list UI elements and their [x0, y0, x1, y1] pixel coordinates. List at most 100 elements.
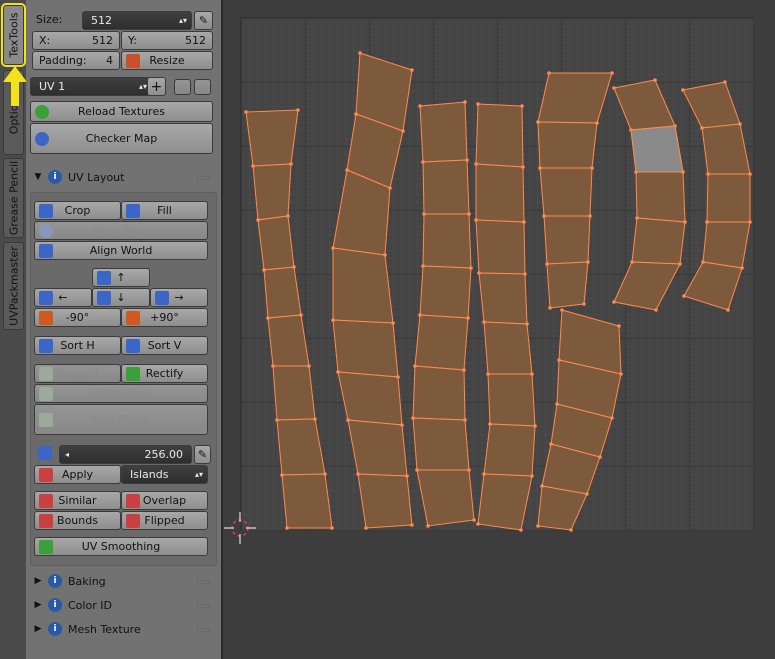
texel-eyedropper-button[interactable]: ✎ [194, 445, 211, 464]
uv-vertex[interactable] [569, 528, 573, 532]
uv-vertex[interactable] [617, 324, 621, 328]
uv-face[interactable] [422, 213, 472, 269]
uv-vertex[interactable] [585, 492, 589, 496]
resize-button[interactable]: Resize [121, 51, 213, 70]
uv-face[interactable] [537, 121, 598, 169]
uv-face[interactable] [245, 109, 299, 167]
color-id-panel-header[interactable]: ▶ i Color ID :::: [28, 594, 217, 616]
uv-vertex[interactable] [256, 218, 260, 222]
uv-vertex[interactable] [545, 262, 549, 266]
uv-vertex[interactable] [547, 71, 551, 75]
padding-field[interactable]: Padding: 4 [32, 51, 120, 70]
uv-vertex[interactable] [635, 216, 639, 220]
uv-vertex[interactable] [422, 212, 426, 216]
uv-vertex[interactable] [586, 260, 590, 264]
uv-vertex[interactable] [421, 264, 425, 268]
uv-vertex[interactable] [488, 422, 492, 426]
uv-vertex[interactable] [522, 220, 526, 224]
uv-vertex[interactable] [542, 214, 546, 218]
uv-face[interactable] [683, 261, 743, 311]
uv-face[interactable] [412, 365, 466, 421]
uv-face[interactable] [257, 215, 295, 271]
uv-face[interactable] [539, 167, 593, 217]
uv-vertex[interactable] [266, 316, 270, 320]
uv-islands-canvas[interactable] [223, 0, 775, 659]
uv-vertex[interactable] [469, 266, 473, 270]
uv-vertex[interactable] [476, 522, 480, 526]
uv-face[interactable] [483, 423, 536, 477]
uv-vertex[interactable] [354, 112, 358, 116]
select-bounds-button[interactable]: Bounds [34, 511, 121, 530]
texel-density-field[interactable]: ◂ 256.00 [59, 445, 192, 464]
uv-vertex[interactable] [520, 104, 524, 108]
uv-vertex[interactable] [474, 162, 478, 166]
uv-vertex[interactable] [307, 364, 311, 368]
uv-vertex[interactable] [519, 528, 523, 532]
uv-vertex[interactable] [285, 526, 289, 530]
uv-face[interactable] [613, 261, 681, 311]
drag-grip-icon[interactable]: :::: [196, 625, 211, 634]
uv-vertex[interactable] [536, 524, 540, 528]
uv-vertex[interactable] [280, 473, 284, 477]
uv-vertex[interactable] [549, 442, 553, 446]
uv-vertex[interactable] [536, 120, 540, 124]
uv-vertex[interactable] [336, 370, 340, 374]
uv-island-strip-3[interactable] [411, 100, 476, 528]
move-right-button[interactable]: → [150, 288, 208, 307]
uv-island-strip-4[interactable] [474, 102, 537, 532]
uv-vertex[interactable] [346, 418, 350, 422]
uv-face[interactable] [357, 473, 413, 529]
uv-vertex[interactable] [726, 308, 730, 312]
uv-vertex[interactable] [391, 321, 395, 325]
uv-face[interactable] [682, 81, 741, 129]
uv-island-strip-1[interactable] [244, 108, 334, 530]
uv-face[interactable] [475, 103, 524, 168]
uv-vertex[interactable] [582, 302, 586, 306]
uv-vertex[interactable] [466, 316, 470, 320]
uv-vertex[interactable] [530, 372, 534, 376]
uv-vertex[interactable] [413, 364, 417, 368]
uv-face[interactable] [347, 419, 408, 477]
x-size-field[interactable]: X: 512 [32, 31, 120, 50]
uv-vertex[interactable] [482, 320, 486, 324]
crop-button[interactable]: Crop [34, 201, 121, 220]
uv-vertex[interactable] [612, 300, 616, 304]
uv-vertex[interactable] [364, 526, 368, 530]
align-world-button[interactable]: Align World [34, 241, 208, 260]
uv-vertex[interactable] [477, 271, 481, 275]
add-uv-map-button[interactable]: + [147, 77, 166, 96]
uv-face[interactable] [478, 272, 528, 325]
islands-dropdown[interactable]: Islands ▴▾ [121, 465, 208, 484]
edge-peel-button[interactable]: Edge Peel [34, 384, 208, 403]
uv-vertex[interactable] [296, 108, 300, 112]
uv-vertex[interactable] [400, 423, 404, 427]
uv-vertex[interactable] [271, 364, 275, 368]
uv-vertex[interactable] [275, 418, 279, 422]
uv-vertex[interactable] [331, 318, 335, 322]
uv-face[interactable] [613, 79, 676, 131]
uv-face[interactable] [706, 173, 751, 223]
uv-vertex[interactable] [723, 80, 727, 84]
uv-smoothing-button[interactable]: UV Smoothing [34, 537, 208, 556]
drag-grip-icon[interactable]: :::: [196, 601, 211, 610]
drag-grip-icon[interactable]: :::: [196, 173, 211, 182]
uv-vertex[interactable] [538, 166, 542, 170]
uv-vertex[interactable] [653, 78, 657, 82]
uv-vertex[interactable] [405, 474, 409, 478]
uv-vertex[interactable] [465, 158, 469, 162]
uv-island-strip-2[interactable] [331, 51, 414, 530]
uv-vertex[interactable] [313, 417, 317, 421]
uv-vertex[interactable] [701, 260, 705, 264]
iron-faces-button[interactable]: Iron Faces [34, 404, 208, 435]
uv-face[interactable] [416, 469, 475, 527]
uv-face[interactable] [412, 417, 470, 471]
uv-face[interactable] [263, 266, 302, 319]
uv-vertex[interactable] [345, 168, 349, 172]
uv-face[interactable] [483, 321, 533, 375]
uv-face[interactable] [537, 485, 588, 531]
move-down-button[interactable]: ↓ [92, 288, 150, 307]
uv-vertex[interactable] [683, 220, 687, 224]
uv-layout-header[interactable]: ▼ i UV Layout :::: [28, 166, 217, 188]
uv-vertex[interactable] [410, 68, 414, 72]
selected-uv-face[interactable] [630, 125, 684, 173]
